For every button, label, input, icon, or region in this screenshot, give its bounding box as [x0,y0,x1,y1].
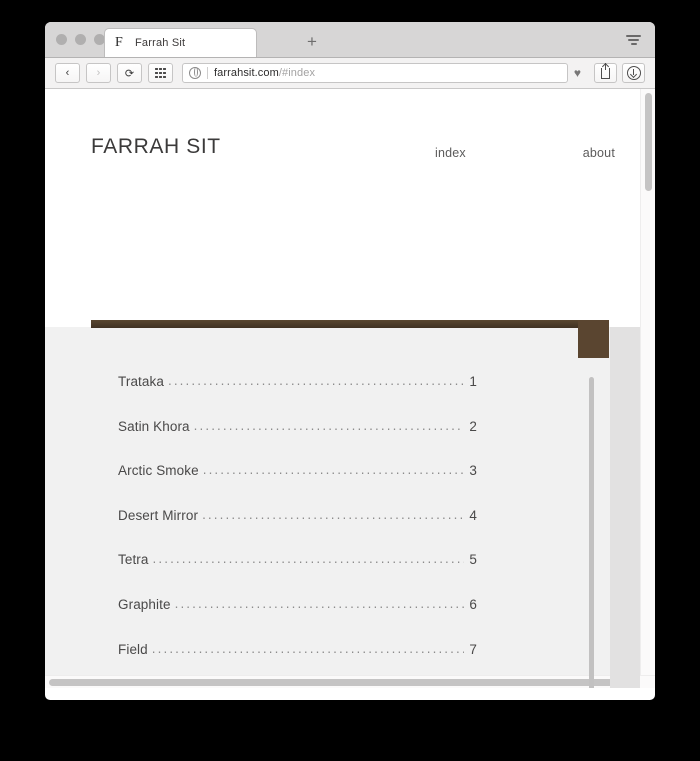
list-item-name: Trataka [118,374,164,389]
close-window-button[interactable] [56,34,67,45]
inner-scrollbar-thumb[interactable] [589,377,594,688]
list-item[interactable]: Trataka ................................… [118,373,477,419]
forward-button[interactable]: › [86,63,111,83]
url-divider [207,67,208,79]
tab-strip: F Farrah Sit + [45,22,655,58]
vertical-scrollbar-thumb[interactable] [645,93,652,191]
site-nav: index about [435,146,615,160]
list-item-number: 7 [469,641,477,657]
brown-divider-rule [91,320,609,328]
site-title: FARRAH SIT [91,135,221,158]
browser-window: F Farrah Sit + ‹ › ⟳ farrahsit.com/#inde… [45,22,655,700]
browser-viewport: FARRAH SIT index about Trataka .........… [45,89,655,688]
list-item-name: Satin Khora [118,418,190,434]
list-item-name: Graphite [118,596,171,612]
url-bar[interactable]: farrahsit.com/#index [182,63,568,83]
back-button[interactable]: ‹ [55,63,80,83]
leader-dots: ........................................… [151,640,464,656]
download-icon [626,66,641,80]
reload-button[interactable]: ⟳ [117,63,142,83]
list-item-number: 4 [469,507,477,523]
url-text: farrahsit.com/#index [214,67,315,79]
list-item-number: 3 [469,463,477,479]
bookmark-heart-icon[interactable]: ♥ [574,67,581,79]
leader-dots: ........................................… [174,595,464,611]
brown-accent-block [578,320,609,358]
leader-dots: ........................................… [167,373,464,388]
favicon-icon: F [115,35,123,50]
grid-apps-icon[interactable] [148,63,173,83]
list-item-number: 2 [469,418,477,434]
list-item[interactable]: Arctic Smoke ...........................… [118,462,477,508]
list-item[interactable]: Satin Khora ............................… [118,417,477,464]
share-button[interactable] [594,62,617,83]
list-item-number: 6 [469,596,477,612]
vertical-scrollbar[interactable] [640,89,655,688]
share-icon [601,62,610,79]
nav-link-index[interactable]: index [435,146,466,160]
list-item[interactable]: Desert Mirror ..........................… [118,506,477,553]
list-item-number: 1 [469,374,477,389]
browser-tab[interactable]: F Farrah Sit [104,28,257,57]
window-controls [56,34,105,45]
inner-scrollbar-track[interactable] [610,327,640,688]
new-tab-button[interactable]: + [307,33,317,50]
tab-title: Farrah Sit [135,37,186,49]
leader-dots: ........................................… [202,506,464,522]
web-page: FARRAH SIT index about Trataka .........… [45,89,640,688]
hamburger-menu-icon[interactable] [626,35,641,47]
list-item[interactable]: Tetra ..................................… [118,551,477,597]
list-item[interactable]: Graphite ...............................… [118,595,477,642]
url-path: /#index [278,67,316,79]
index-list: Trataka ................................… [118,373,477,688]
url-domain: farrahsit.com [214,67,279,79]
list-item-name: Desert Mirror [118,507,199,523]
globe-icon [189,67,201,79]
index-panel: Trataka ................................… [45,327,640,688]
list-item-name: Field [118,641,148,657]
list-item-number: 5 [469,552,477,568]
browser-toolbar: ‹ › ⟳ farrahsit.com/#index ♥ [45,58,655,89]
leader-dots: ........................................… [202,462,464,478]
list-item-name: Arctic Smoke [118,463,199,479]
leader-dots: ........................................… [193,417,464,433]
minimize-window-button[interactable] [75,34,86,45]
list-item-name: Tetra [118,552,149,568]
horizontal-scrollbar[interactable] [45,675,655,688]
leader-dots: ........................................… [152,551,464,567]
downloads-button[interactable] [622,63,645,83]
horizontal-scrollbar-thumb[interactable] [49,679,632,686]
site-header: FARRAH SIT index about [45,89,640,234]
nav-link-about[interactable]: about [583,146,615,160]
